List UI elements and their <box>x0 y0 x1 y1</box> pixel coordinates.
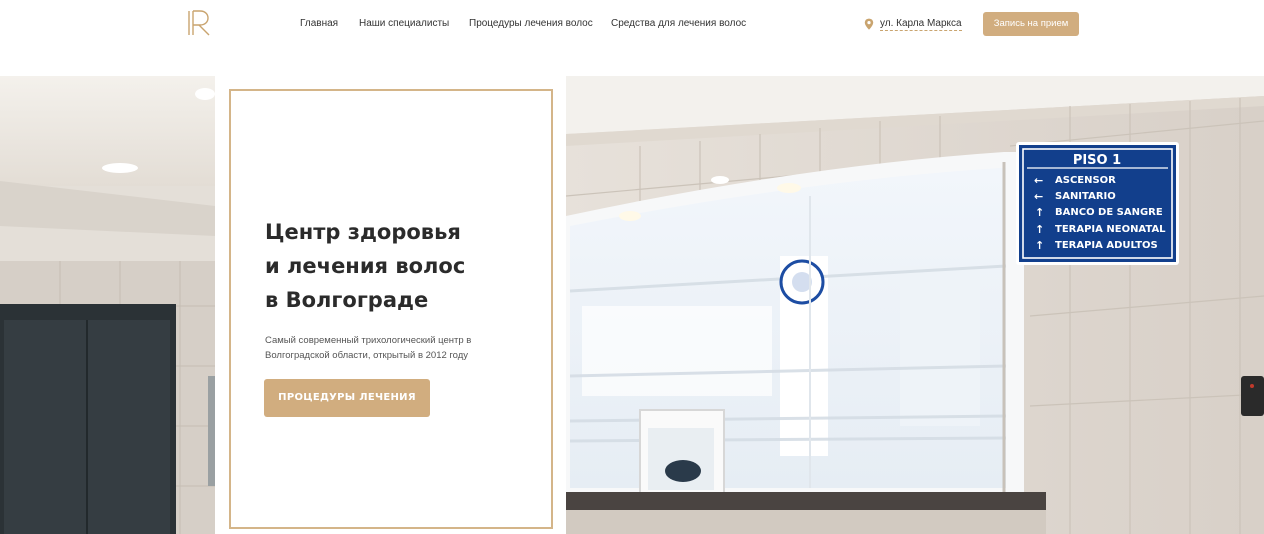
svg-text:SANITARIO: SANITARIO <box>1055 191 1116 202</box>
nav-specialists[interactable]: Наши специалисты <box>359 18 449 29</box>
hero-title-line: и лечения волос <box>265 254 466 278</box>
address-link[interactable]: ул. Карла Маркса <box>880 18 962 31</box>
hero-title-line: в Волгограде <box>265 288 429 312</box>
svg-text:←: ← <box>1034 190 1043 203</box>
sign-row-neonatal: ↑ TERAPIA NEONATAL <box>1035 223 1166 236</box>
address-block[interactable]: ул. Карла Маркса <box>864 16 962 32</box>
clinic-reception-photo: PISO 1 ← ASCENSOR ← SANITARIO ↑ BANCO DE… <box>0 76 1264 534</box>
sign-row-banco: ↑ BANCO DE SANGRE <box>1035 206 1163 219</box>
hero-title: Центр здоровья и лечения волос в Волгогр… <box>265 215 535 317</box>
hero-description-line: Волгоградской области, открытый в 2012 г… <box>265 350 469 361</box>
brand-logo-icon[interactable] <box>186 9 212 37</box>
svg-text:↑: ↑ <box>1035 206 1044 219</box>
hero-description: Самый современный трихологический центр … <box>265 333 515 363</box>
hero-card: Центр здоровья и лечения волос в Волгогр… <box>215 76 566 534</box>
nav-hair-products[interactable]: Средства для лечения волос <box>611 18 746 29</box>
svg-text:↑: ↑ <box>1035 239 1044 252</box>
svg-text:ASCENSOR: ASCENSOR <box>1055 175 1116 186</box>
svg-text:TERAPIA ADULTOS: TERAPIA ADULTOS <box>1055 240 1158 251</box>
nav-home[interactable]: Главная <box>300 18 338 29</box>
site-header: Главная Наши специалисты Процедуры лечен… <box>0 0 1264 76</box>
hero-section: PISO 1 ← ASCENSOR ← SANITARIO ↑ BANCO DE… <box>0 76 1264 534</box>
treatment-procedures-button[interactable]: ПРОЦЕДУРЫ ЛЕЧЕНИЯ <box>264 379 430 417</box>
svg-text:BANCO DE SANGRE: BANCO DE SANGRE <box>1055 207 1163 218</box>
appointment-button[interactable]: Запись на прием <box>983 12 1079 36</box>
svg-text:↑: ↑ <box>1035 223 1044 236</box>
svg-text:TERAPIA NEONATAL: TERAPIA NEONATAL <box>1055 224 1166 235</box>
nav-hair-procedures[interactable]: Процедуры лечения волос <box>469 18 593 29</box>
svg-text:←: ← <box>1034 174 1043 187</box>
hero-title-line: Центр здоровья <box>265 220 461 244</box>
sign-title: PISO 1 <box>1073 153 1121 168</box>
hero-description-line: Самый современный трихологический центр … <box>265 335 472 346</box>
map-pin-icon <box>864 18 874 30</box>
